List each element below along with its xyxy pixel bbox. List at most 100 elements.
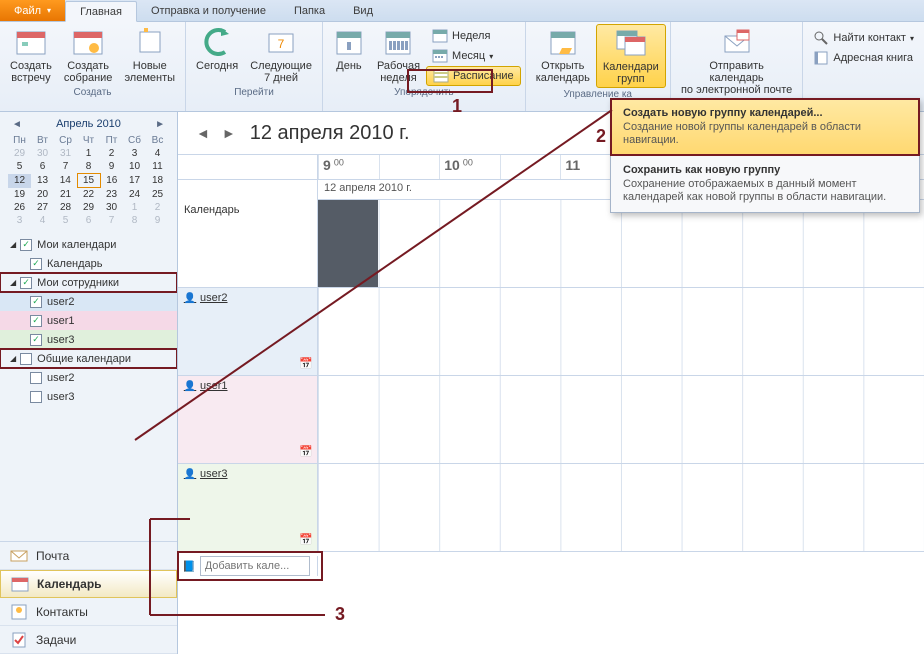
add-calendar-row: 📘	[178, 552, 924, 580]
workweek-label: Рабочая неделя	[377, 60, 420, 84]
expand-icon: ◢	[10, 354, 16, 363]
ruler-hour-9: 9 00	[323, 161, 344, 173]
month-label: Месяц	[452, 50, 485, 62]
send-calendar-label: Отправить календарь по электронной почте	[681, 60, 793, 96]
week-button[interactable]: Неделя	[426, 26, 521, 46]
nav-calendar[interactable]: Календарь	[0, 570, 177, 598]
checkbox-icon[interactable]	[30, 372, 42, 384]
date-next[interactable]: ►	[216, 125, 242, 141]
tab-view[interactable]: Вид	[339, 0, 387, 21]
tree-item-user1[interactable]: ✓ user1	[0, 311, 177, 330]
add-calendar-input[interactable]	[200, 556, 310, 576]
tree-hdr-shared[interactable]: ◢ Общие календари	[0, 349, 177, 368]
tab-home[interactable]: Главная	[65, 1, 137, 22]
calendar-month-icon	[432, 48, 448, 64]
checkbox-icon[interactable]	[30, 391, 42, 403]
svg-text:7: 7	[278, 37, 285, 51]
open-calendar-button[interactable]: Открыть календарь	[530, 24, 596, 86]
row-calendar-label: Календарь	[184, 204, 240, 216]
annotation-num-3: 3	[335, 604, 345, 625]
calendar-7-icon	[432, 28, 448, 44]
row-user3[interactable]: 👤user3📅	[178, 464, 924, 552]
ribbon-group-create: Создать встречу Создать собрание Новые э…	[0, 22, 186, 111]
row-user2[interactable]: 👤user2📅	[178, 288, 924, 376]
minical-prev[interactable]: ◄	[8, 119, 26, 130]
new-items-button[interactable]: Новые элементы	[118, 24, 181, 86]
checkbox-icon[interactable]: ✓	[20, 277, 32, 289]
find-contact-label: Найти контакт	[833, 32, 906, 44]
nav-contacts-label: Контакты	[36, 605, 88, 619]
busy-block	[318, 200, 378, 287]
month-button[interactable]: Месяц ▾	[426, 46, 521, 66]
nav-contacts[interactable]: Контакты	[0, 598, 177, 626]
new-items-label: Новые элементы	[124, 60, 175, 84]
new-gathering-button[interactable]: Создать собрание	[58, 24, 119, 86]
popup-save-group-desc: Сохранение отображаемых в данный момент …	[623, 178, 907, 204]
tree-item-user2[interactable]: ✓ user2	[0, 292, 177, 311]
schedule-icon	[433, 68, 449, 84]
row-calendar[interactable]: Календарь	[178, 200, 924, 288]
popup-new-group-title: Создать новую группу календарей...	[623, 107, 907, 119]
chevron-down-icon: ▾	[489, 52, 493, 61]
checkbox-icon[interactable]: ✓	[30, 334, 42, 346]
schedule-button[interactable]: Расписание	[426, 66, 521, 86]
contacts-icon	[10, 603, 28, 621]
ribbon-group-goto: Сегодня 7 Следующие 7 дней Перейти	[186, 22, 323, 111]
open-calendar-icon	[547, 26, 579, 58]
ribbon-group-arrange-label: Упорядочить	[327, 86, 521, 100]
day-button[interactable]: День	[327, 24, 371, 74]
tree-item-user3-label: user3	[47, 334, 75, 346]
tab-home-label: Главная	[80, 6, 122, 18]
send-calendar-button[interactable]: Отправить календарь по электронной почте	[675, 24, 799, 98]
next7-label: Следующие 7 дней	[250, 60, 312, 84]
day-label: День	[336, 60, 361, 72]
date-prev[interactable]: ◄	[190, 125, 216, 141]
checkbox-icon[interactable]: ✓	[20, 239, 32, 251]
popup-item-save-group[interactable]: Сохранить как новую группу Сохранение от…	[611, 156, 919, 212]
schedule-label: Расписание	[453, 70, 514, 82]
ribbon-group-create-label: Создать	[4, 86, 181, 100]
tab-folder[interactable]: Папка	[280, 0, 339, 21]
person-icon: 👤	[184, 292, 196, 304]
minical-grid[interactable]: ПнВтСрЧтПтСбВс 2930311234567891011121314…	[8, 134, 169, 227]
tree-item-calendar-label: Календарь	[47, 258, 103, 270]
today-button[interactable]: Сегодня	[190, 24, 244, 74]
next7-icon: 7	[265, 26, 297, 58]
next7-button[interactable]: 7 Следующие 7 дней	[244, 24, 318, 86]
calendar-small-icon: 📅	[299, 357, 313, 371]
calendar-groups-label: Календари групп	[603, 61, 659, 85]
new-meeting-label: Создать встречу	[10, 60, 52, 84]
calendar-groups-button[interactable]: Календари групп	[596, 24, 666, 88]
address-book-button[interactable]: Адресная книга	[807, 48, 920, 68]
mail-icon	[10, 547, 28, 565]
annotation-num-1: 1	[452, 96, 462, 117]
row-user1[interactable]: 👤user1📅	[178, 376, 924, 464]
mini-calendar[interactable]: ◄ Апрель 2010 ► ПнВтСрЧтПтСбВс 293031123…	[0, 112, 177, 231]
ribbon-group-goto-label: Перейти	[190, 86, 318, 100]
checkbox-icon[interactable]: ✓	[30, 258, 42, 270]
tree-item-user3[interactable]: ✓ user3	[0, 330, 177, 349]
tab-send-receive[interactable]: Отправка и получение	[137, 0, 280, 21]
checkbox-icon[interactable]	[20, 353, 32, 365]
checkbox-icon[interactable]: ✓	[30, 296, 42, 308]
tree-item-calendar[interactable]: ✓ Календарь	[0, 254, 177, 273]
nav-tasks[interactable]: Задачи	[0, 626, 177, 654]
tree-item-user2-label: user2	[47, 296, 75, 308]
tree-item-shared-user3[interactable]: user3	[0, 387, 177, 406]
send-calendar-icon	[721, 26, 753, 58]
popup-item-new-group[interactable]: Создать новую группу календарей... Созда…	[611, 99, 919, 155]
find-contact-button[interactable]: Найти контакт ▾	[807, 28, 920, 48]
tree-item-shared-user2[interactable]: user2	[0, 368, 177, 387]
tree-hdr-colleagues[interactable]: ◢ ✓ Мои сотрудники	[0, 273, 177, 292]
minical-next[interactable]: ►	[151, 119, 169, 130]
tab-file[interactable]: Файл	[0, 0, 65, 21]
tree-item-shared-user3-label: user3	[47, 391, 75, 403]
tree-hdr-shared-label: Общие календари	[37, 353, 131, 365]
calendar-tree: ◢ ✓ Мои календари ✓ Календарь ◢ ✓ Мои со…	[0, 231, 177, 541]
new-meeting-button[interactable]: Создать встречу	[4, 24, 58, 86]
workweek-button[interactable]: Рабочая неделя	[371, 24, 426, 86]
checkbox-icon[interactable]: ✓	[30, 315, 42, 327]
tree-hdr-colleagues-label: Мои сотрудники	[37, 277, 119, 289]
nav-mail[interactable]: Почта	[0, 542, 177, 570]
tree-hdr-my-calendars[interactable]: ◢ ✓ Мои календари	[0, 235, 177, 254]
